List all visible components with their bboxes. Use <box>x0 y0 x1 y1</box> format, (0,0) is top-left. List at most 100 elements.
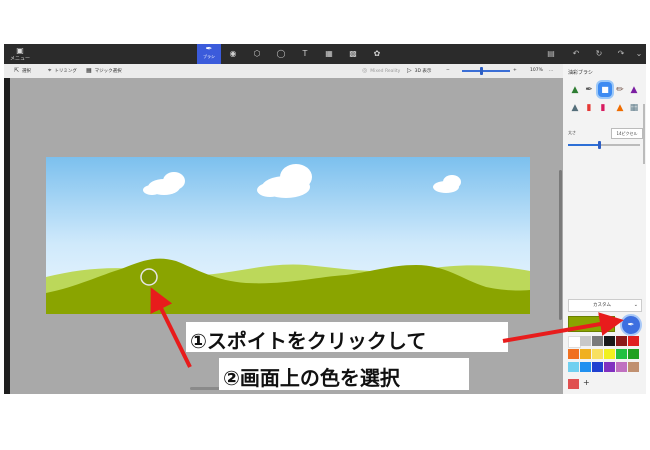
eyedropper-icon: ✒ <box>627 320 635 329</box>
color-swatch[interactable] <box>568 362 579 372</box>
add-color-button[interactable]: + <box>583 378 590 387</box>
3d-shape-tool-button[interactable]: ⬡ <box>248 47 266 61</box>
eyedropper-cursor <box>140 268 158 286</box>
crop-button[interactable]: ⌖ トリミング <box>48 66 77 77</box>
crayon-brush[interactable]: ▮ <box>598 102 608 114</box>
community-tool-button[interactable]: ✿ <box>368 47 386 61</box>
menu-button[interactable]: ▣ メニュー <box>8 46 32 62</box>
3d-library-icon: ▩ <box>349 49 357 58</box>
watercolor-brush[interactable]: ✏ <box>615 84 625 96</box>
color-swatch[interactable] <box>580 362 591 372</box>
sticker-icon: ◉ <box>229 49 237 58</box>
instruction-step-1: ①スポイトをクリックして <box>190 329 427 353</box>
drawing-canvas[interactable] <box>46 157 530 314</box>
color-swatch[interactable] <box>580 349 591 359</box>
zoom-in-button[interactable]: + <box>513 66 517 76</box>
pixel-pen-icon: ▲ <box>630 85 638 95</box>
top-toolbar: ▣ メニュー ✒ ブラシ ◉ ⬡ ◯ T ▦ ▩ ✿ ▤ ↶ ↻ ↷ ⌄ <box>4 44 646 64</box>
eraser-brush[interactable]: ▮ <box>584 102 594 114</box>
color-swatch[interactable] <box>628 349 639 359</box>
brush-tool-button[interactable]: ✒ ブラシ <box>197 44 221 64</box>
panel-scrollbar[interactable] <box>643 104 645 164</box>
undo-icon: ↶ <box>572 49 580 58</box>
text-tool-button[interactable]: T <box>296 47 314 61</box>
text-icon: T <box>302 49 308 58</box>
mixed-reality-button[interactable]: ◎ Mixed Reality <box>362 66 400 77</box>
zoom-slider-track[interactable] <box>462 70 510 72</box>
custom-color-swatch[interactable] <box>568 379 579 389</box>
3d-view-icon: ▷ <box>407 67 412 74</box>
instruction-step-2: ②画面上の色を選択 <box>223 366 400 390</box>
vertical-scrollbar[interactable] <box>559 170 562 320</box>
pen-icon: ✒ <box>585 85 593 95</box>
3d-view-button[interactable]: ▷ 3D 表示 <box>407 66 431 77</box>
plus-icon: + <box>583 378 590 387</box>
history-button[interactable]: ↻ <box>592 47 606 61</box>
color-swatch[interactable] <box>580 336 591 346</box>
brush-icon: ✒ <box>205 44 213 53</box>
undo-button[interactable]: ↶ <box>569 47 583 61</box>
paste-button[interactable]: ▤ <box>544 47 558 61</box>
custom-colors-row: + <box>568 378 640 389</box>
oil-brush-selected[interactable]: ■ <box>598 82 612 97</box>
color-swatch[interactable] <box>592 349 603 359</box>
minus-icon: − <box>446 68 450 73</box>
crop-label: トリミング <box>54 69 77 74</box>
more-button[interactable]: ... <box>549 66 553 76</box>
color-swatch[interactable] <box>604 349 615 359</box>
brush-tool-label: ブラシ <box>203 54 215 59</box>
magic-select-icon: ▦ <box>86 67 92 74</box>
marker-brush[interactable]: ▲ <box>570 84 580 96</box>
color-swatch[interactable] <box>616 362 627 372</box>
fill-brush[interactable]: ▦ <box>629 102 639 114</box>
paste-icon: ▤ <box>547 49 555 58</box>
current-color-swatch[interactable] <box>568 316 615 332</box>
select-icon: ⇱ <box>14 67 20 74</box>
watercolor-icon: ✏ <box>616 85 624 95</box>
sticker-tool-button[interactable]: ◉ <box>224 47 242 61</box>
pixel-pen-brush[interactable]: ▲ <box>629 84 639 96</box>
calligraphy-pen-brush[interactable]: ✒ <box>584 84 594 96</box>
color-swatch[interactable] <box>628 336 639 346</box>
effects-tool-button[interactable]: ◯ <box>272 47 290 61</box>
zoom-slider-handle[interactable] <box>480 67 483 75</box>
spray-can-brush[interactable]: ▲ <box>615 102 625 114</box>
color-swatch[interactable] <box>592 336 603 346</box>
size-input[interactable]: 14ピクセル <box>611 128 643 139</box>
color-mode-dropdown[interactable]: カスタム ⌄ <box>568 299 642 312</box>
size-slider-fill <box>568 144 599 146</box>
menu-label: メニュー <box>9 56 30 62</box>
mixed-reality-label: Mixed Reality <box>370 69 401 74</box>
eraser-icon: ▮ <box>586 103 592 113</box>
color-swatch[interactable] <box>616 349 627 359</box>
sub-toolbar: ⇱ 選択 ⌖ トリミング ▦ マジック選択 ◎ Mixed Reality ▷ 3D 表示… <box>4 64 646 78</box>
color-swatch[interactable] <box>568 349 579 359</box>
color-swatch[interactable] <box>628 362 639 372</box>
canvas-tool-button[interactable]: ▦ <box>320 47 338 61</box>
magic-select-button[interactable]: ▦ マジック選択 <box>86 66 122 77</box>
spray-can-icon: ▲ <box>616 103 624 113</box>
expand-button[interactable]: ⌄ <box>632 47 646 61</box>
color-swatch[interactable] <box>592 362 603 372</box>
redo-button[interactable]: ↷ <box>614 47 628 61</box>
color-swatch[interactable] <box>604 336 615 346</box>
color-swatch[interactable] <box>604 362 615 372</box>
chevron-down-icon: ⌄ <box>635 49 643 58</box>
pencil-brush[interactable]: ▲ <box>570 102 580 114</box>
folder-icon: ▣ <box>16 46 24 55</box>
zoom-out-button[interactable]: − <box>446 66 450 76</box>
3d-library-tool-button[interactable]: ▩ <box>344 47 362 61</box>
brush-panel: 油彩ブラシ ▲ ✒ ■ ✏ ▲ ▲ ▮ ▮ ▲ ▦ 太さ 14ピクセル カスタム… <box>563 64 646 394</box>
size-slider-handle[interactable] <box>598 141 601 149</box>
eyedropper-button[interactable]: ✒ <box>620 314 642 336</box>
3d-shape-icon: ⬡ <box>253 49 261 58</box>
select-button[interactable]: ⇱ 選択 <box>14 66 31 77</box>
crayon-icon: ▮ <box>600 103 606 113</box>
color-swatch[interactable] <box>616 336 627 346</box>
chevron-down-icon: ⌄ <box>633 302 638 308</box>
redo-icon: ↷ <box>617 49 625 58</box>
size-label: 太さ <box>568 130 576 135</box>
crop-icon: ⌖ <box>48 67 52 74</box>
color-mode-label: カスタム <box>593 303 611 308</box>
fill-icon: ▦ <box>629 103 639 113</box>
